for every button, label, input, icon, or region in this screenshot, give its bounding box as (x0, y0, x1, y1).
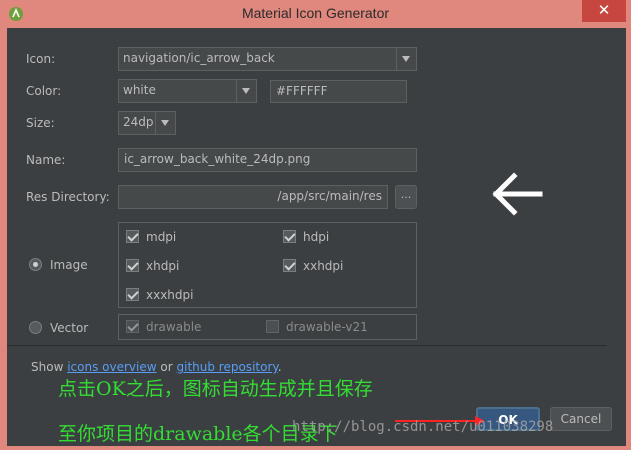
vector-radio-label: Vector (50, 321, 89, 335)
xxhdpi-label: xxhdpi (303, 259, 344, 273)
name-field[interactable]: ic_arrow_back_white_24dp.png (118, 148, 417, 172)
drawable-label: drawable (146, 320, 202, 334)
mdpi-checkbox[interactable] (126, 230, 139, 243)
close-button[interactable]: ✕ (582, 0, 626, 22)
cancel-button[interactable]: Cancel (550, 407, 612, 431)
image-radio[interactable] (29, 258, 42, 271)
icons-overview-link[interactable]: icons overview (67, 360, 156, 374)
vector-radio[interactable] (29, 321, 42, 334)
github-repository-link[interactable]: github repository (177, 360, 278, 374)
vector-option-group: drawable drawable-v21 (118, 314, 417, 340)
chevron-down-icon[interactable] (155, 112, 175, 134)
footer-links: Show icons overview or github repository… (31, 360, 282, 374)
drawable-checkbox[interactable] (126, 320, 139, 333)
or-text: or (160, 360, 173, 374)
icon-select-value: navigation/ic_arrow_back (123, 51, 275, 65)
xxhdpi-checkbox[interactable] (283, 259, 296, 272)
size-select[interactable]: 24dp (118, 111, 176, 135)
color-select-value: white (123, 83, 156, 97)
close-icon: ✕ (597, 1, 611, 19)
color-hex-field[interactable]: #FFFFFF (270, 80, 407, 103)
chevron-down-icon[interactable] (236, 80, 256, 102)
annotation-line-1: 点击OK之后，图标自动生成并且保存 (58, 378, 373, 400)
mdpi-label: mdpi (146, 230, 177, 244)
image-density-group: mdpi hdpi xhdpi xxhdpi xxxhdpi (118, 222, 417, 308)
name-label: Name: (26, 153, 66, 167)
res-directory-label: Res Directory: (26, 190, 110, 204)
xhdpi-checkbox[interactable] (126, 259, 139, 272)
color-select[interactable]: white (118, 79, 257, 103)
xxxhdpi-checkbox[interactable] (126, 288, 139, 301)
icon-select[interactable]: navigation/ic_arrow_back (118, 47, 417, 71)
hdpi-checkbox[interactable] (283, 230, 296, 243)
period-text: . (277, 360, 282, 374)
drawable-v21-checkbox[interactable] (266, 320, 279, 333)
window-title: Material Icon Generator (241, 5, 390, 21)
res-directory-field[interactable]: /app/src/main/res (118, 185, 388, 209)
divider (7, 345, 607, 346)
watermark-text: http://blog.csdn.net/u011038298 (292, 419, 554, 435)
drawable-v21-label: drawable-v21 (286, 320, 368, 334)
image-radio-label: Image (50, 258, 88, 272)
xhdpi-label: xhdpi (146, 259, 180, 273)
chevron-down-icon[interactable] (396, 48, 416, 70)
size-select-value: 24dp (123, 115, 154, 129)
hdpi-label: hdpi (303, 230, 330, 244)
xxxhdpi-label: xxxhdpi (146, 288, 194, 302)
icon-label: Icon: (26, 52, 56, 66)
title-bar: Material Icon Generator ✕ (0, 0, 631, 28)
white-arrow-left-icon (492, 172, 543, 216)
show-text: Show (31, 360, 64, 374)
color-label: Color: (26, 84, 62, 98)
size-label: Size: (26, 116, 55, 130)
browse-button[interactable]: ... (395, 185, 417, 209)
